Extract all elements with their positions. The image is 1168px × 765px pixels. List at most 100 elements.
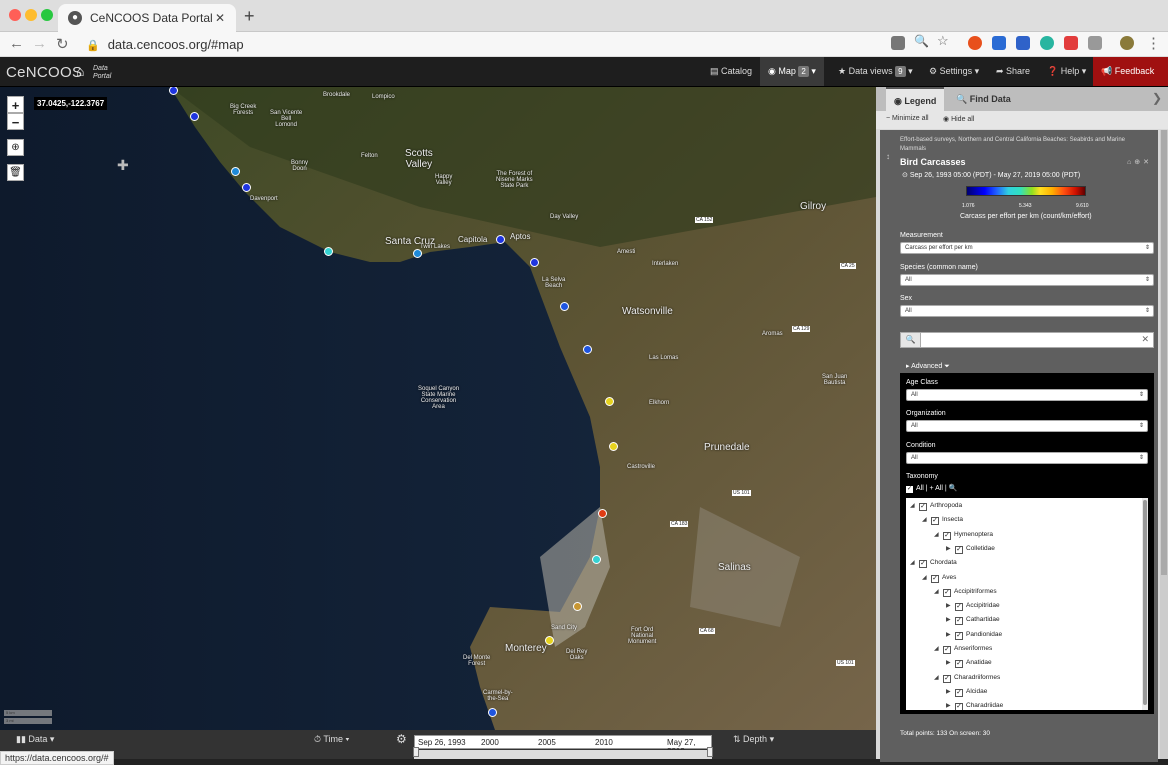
- data-point[interactable]: [544, 635, 554, 645]
- data-point[interactable]: [608, 441, 618, 451]
- address-bar[interactable]: 🔒 data.cencoos.org/#map: [78, 34, 878, 55]
- nav-help[interactable]: ❓ Help ▾: [1039, 57, 1094, 86]
- menu-icon[interactable]: ⋮: [1146, 34, 1161, 52]
- taxonomy-controls[interactable]: ✓ All | + All | 🔍: [906, 484, 957, 493]
- extension-icon[interactable]: [968, 36, 982, 50]
- extension-icon[interactable]: [1088, 36, 1102, 50]
- tree-node[interactable]: ◢ ✓ Insecta: [922, 513, 963, 527]
- tree-node[interactable]: ◢ ✓ Anseriformes: [934, 642, 992, 656]
- collapse-icon[interactable]: ◢: [934, 671, 943, 685]
- zoom-box-icon[interactable]: ⊕: [7, 139, 24, 156]
- expand-icon[interactable]: ▶: [946, 685, 955, 699]
- organization-select[interactable]: All ⇕: [906, 420, 1148, 432]
- nav-map[interactable]: ◉ Map 2 ▾: [760, 57, 824, 86]
- data-point[interactable]: [582, 344, 592, 354]
- collapse-icon[interactable]: ◢: [922, 571, 931, 585]
- tree-checkbox[interactable]: ✓: [955, 545, 963, 554]
- translate-icon[interactable]: [891, 36, 905, 50]
- data-point[interactable]: [241, 182, 251, 192]
- search-input[interactable]: 🔍 ✕: [900, 332, 1154, 348]
- tab-find-data[interactable]: 🔍 Find Data: [948, 87, 1019, 111]
- expand-icon[interactable]: ▶: [946, 542, 955, 556]
- age-class-select[interactable]: All ⇕: [906, 389, 1148, 401]
- tab-close-icon[interactable]: ✕: [212, 11, 228, 25]
- tree-node[interactable]: ◢ ✓ Accipitriformes: [934, 585, 997, 599]
- tree-node[interactable]: ◢ ✓ Chordata: [910, 556, 957, 570]
- tree-checkbox[interactable]: ✓: [943, 646, 951, 654]
- close-window-icon[interactable]: [9, 9, 21, 21]
- extension-icon[interactable]: [992, 36, 1006, 50]
- tree-node[interactable]: ◢ ✓ Charadriiformes: [934, 671, 1000, 685]
- tree-scrollbar[interactable]: [1142, 498, 1148, 710]
- home-icon[interactable]: ⌂: [76, 63, 84, 79]
- tree-node[interactable]: ◢ ✓ Arthropoda: [910, 499, 962, 513]
- tree-node[interactable]: ▶ ✓ Anatidae: [946, 656, 992, 670]
- tree-node[interactable]: ▶ ✓ Pandionidae: [946, 628, 1002, 642]
- tree-checkbox[interactable]: ✓: [943, 531, 951, 540]
- forward-icon[interactable]: →: [32, 35, 47, 52]
- panel-scrollbar[interactable]: [1160, 130, 1168, 759]
- tree-node[interactable]: ◢ ✓ Hymenoptera: [934, 528, 993, 542]
- tree-checkbox[interactable]: ✓: [955, 617, 963, 626]
- data-point[interactable]: [230, 166, 240, 176]
- tree-node[interactable]: ◢ ✓ Aves: [922, 571, 956, 585]
- maximize-window-icon[interactable]: [41, 9, 53, 21]
- zoom-icon[interactable]: 🔍: [914, 34, 929, 48]
- measurement-select[interactable]: Carcass per effort per km ⇕: [900, 242, 1154, 254]
- tree-checkbox[interactable]: ✓: [955, 631, 963, 640]
- timeline-start-handle[interactable]: [413, 747, 419, 757]
- nav-share[interactable]: ➦ Share: [988, 57, 1038, 86]
- reload-icon[interactable]: ↻: [56, 35, 69, 53]
- timeline-range[interactable]: [414, 750, 712, 759]
- sex-select[interactable]: All ⇕: [900, 305, 1154, 317]
- data-point[interactable]: [495, 234, 505, 244]
- close-icon[interactable]: ✕: [1143, 159, 1152, 166]
- data-point[interactable]: [412, 248, 422, 258]
- tree-checkbox[interactable]: ✓: [955, 660, 963, 669]
- data-point[interactable]: [597, 508, 607, 518]
- nav-data-views[interactable]: ★ Data views 9 ▾: [830, 57, 921, 86]
- tree-checkbox[interactable]: ✓: [919, 503, 927, 511]
- data-point[interactable]: [189, 111, 199, 121]
- tree-checkbox[interactable]: ✓: [943, 674, 951, 683]
- zoom-to-layer-icon[interactable]: ⊕: [1134, 159, 1143, 166]
- data-point[interactable]: [604, 396, 614, 406]
- tree-node[interactable]: ▶ ✓ Charadriidae: [946, 699, 1003, 710]
- browser-tab[interactable]: ● CeNCOOS Data Portal: Map po ✕: [58, 4, 236, 32]
- tree-node[interactable]: ▶ ✓ Accipitridae: [946, 599, 1000, 613]
- data-point[interactable]: [572, 601, 582, 611]
- minimize-all-button[interactable]: − Minimize all: [886, 115, 929, 122]
- nav-catalog[interactable]: ▤ Catalog: [702, 57, 760, 86]
- tab-legend[interactable]: ◉ Legend: [886, 87, 945, 111]
- minimize-window-icon[interactable]: [25, 9, 37, 21]
- data-point[interactable]: [168, 87, 178, 95]
- star-icon[interactable]: ☆: [937, 33, 951, 48]
- nav-settings[interactable]: ⚙ Settings ▾: [921, 57, 987, 86]
- data-point[interactable]: [591, 554, 601, 564]
- tree-checkbox[interactable]: ✓: [955, 603, 963, 612]
- timeline-end-handle[interactable]: [707, 747, 713, 757]
- chevron-right-icon[interactable]: ❯: [1152, 91, 1162, 105]
- trash-icon[interactable]: 🗑: [7, 164, 24, 181]
- extension-icon[interactable]: [1064, 36, 1078, 50]
- tree-checkbox[interactable]: ✓: [943, 588, 951, 597]
- data-point[interactable]: [487, 707, 497, 717]
- extension-icon[interactable]: [1016, 36, 1030, 50]
- back-icon[interactable]: ←: [9, 35, 24, 52]
- data-point[interactable]: [559, 301, 569, 311]
- timeline-slider[interactable]: Sep 26, 1993 2000 2005 2010 May 27, 2019: [414, 735, 712, 756]
- tree-checkbox[interactable]: ✓: [955, 703, 963, 710]
- condition-select[interactable]: All ⇕: [906, 452, 1148, 464]
- tree-node[interactable]: ▶ ✓ Alcidae: [946, 685, 987, 699]
- profile-avatar[interactable]: [1120, 36, 1134, 50]
- depth-menu-button[interactable]: ⇅ Depth ▾: [733, 734, 774, 745]
- data-point[interactable]: [529, 257, 539, 267]
- collapse-icon[interactable]: ◢: [910, 556, 919, 570]
- new-tab-icon[interactable]: +: [244, 6, 255, 27]
- clear-search-icon[interactable]: ✕: [1141, 334, 1149, 345]
- tree-checkbox[interactable]: ✓: [931, 574, 939, 583]
- advanced-toggle[interactable]: ▸ Advanced ⏷: [906, 362, 950, 371]
- tree-checkbox[interactable]: ✓: [931, 517, 939, 526]
- tree-checkbox[interactable]: ✓: [955, 688, 963, 697]
- hide-all-button[interactable]: ◉ Hide all: [943, 115, 974, 123]
